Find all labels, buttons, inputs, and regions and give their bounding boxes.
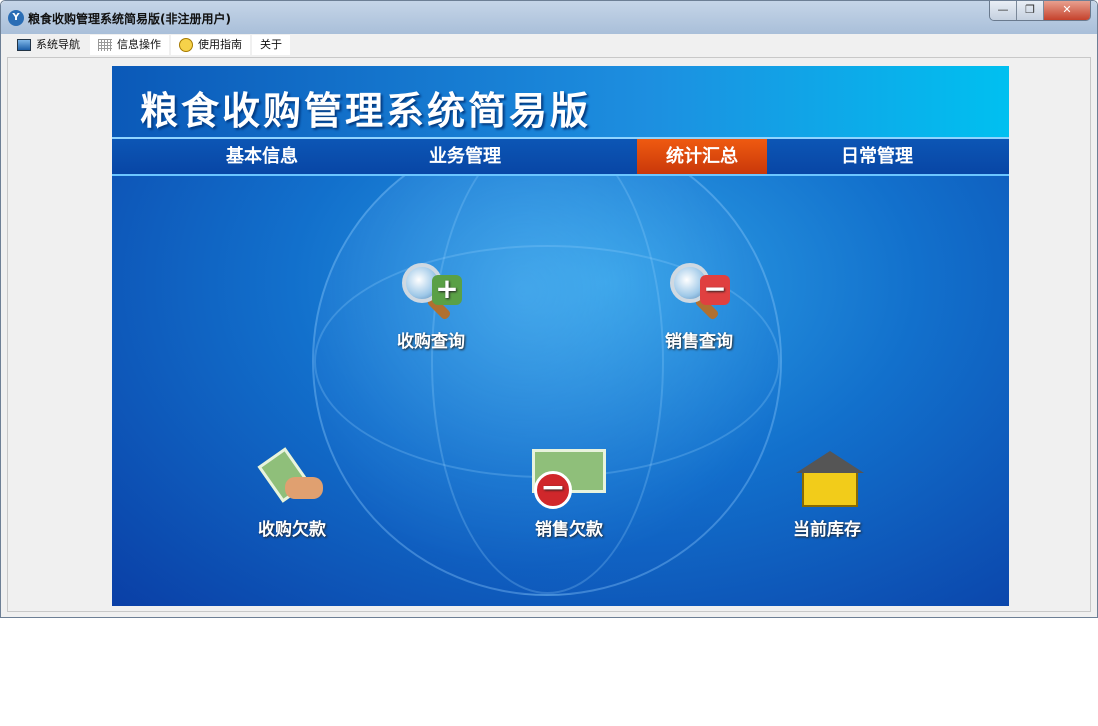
tab-about[interactable]: 关于	[252, 35, 290, 55]
warehouse-icon	[792, 449, 864, 511]
navigation-panel: 粮食收购管理系统简易版 基本信息 业务管理 统计汇总 日常管理 + 收购查询 −…	[112, 66, 1009, 606]
monitor-icon	[17, 39, 31, 51]
sales-query-button[interactable]: − 销售查询	[639, 261, 759, 352]
nav-business[interactable]: 业务管理	[400, 139, 530, 174]
tab-info-ops[interactable]: 信息操作	[90, 35, 169, 55]
nav-basic-info[interactable]: 基本信息	[197, 139, 327, 174]
current-stock-button[interactable]: 当前库存	[767, 449, 887, 540]
tab-system-nav[interactable]: 系统导航	[9, 35, 88, 55]
money-minus-icon: −	[532, 449, 606, 511]
money-hand-icon	[257, 447, 327, 511]
purchase-query-button[interactable]: + 收购查询	[371, 261, 491, 352]
purchase-debt-button[interactable]: 收购欠款	[232, 447, 352, 540]
nav-daily[interactable]: 日常管理	[812, 139, 942, 174]
sales-debt-button[interactable]: − 销售欠款	[509, 449, 629, 540]
app-logo-icon: Y	[8, 10, 24, 26]
title-bar: Y 粮食收购管理系统简易版(非注册用户) — ❐ ✕	[1, 1, 1097, 34]
banner: 粮食收购管理系统简易版	[112, 66, 1009, 137]
app-window: Y 粮食收购管理系统简易版(非注册用户) — ❐ ✕ 系统导航 信息操作 使用指…	[0, 0, 1098, 618]
grid-icon	[98, 39, 112, 51]
nav-statistics[interactable]: 统计汇总	[637, 139, 767, 174]
magnifier-minus-icon: −	[664, 261, 734, 323]
window-title: 粮食收购管理系统简易版(非注册用户)	[28, 12, 231, 26]
tab-bar: 系统导航 信息操作 使用指南 关于	[9, 35, 290, 56]
close-button[interactable]: ✕	[1044, 1, 1090, 20]
help-icon	[179, 38, 193, 52]
magnifier-plus-icon: +	[396, 261, 466, 323]
restore-button[interactable]: ❐	[1017, 1, 1044, 20]
main-nav: 基本信息 业务管理 统计汇总 日常管理	[112, 137, 1009, 176]
minimize-button[interactable]: —	[990, 1, 1017, 20]
tab-guide[interactable]: 使用指南	[171, 35, 250, 55]
banner-title: 粮食收购管理系统简易版	[140, 89, 592, 133]
